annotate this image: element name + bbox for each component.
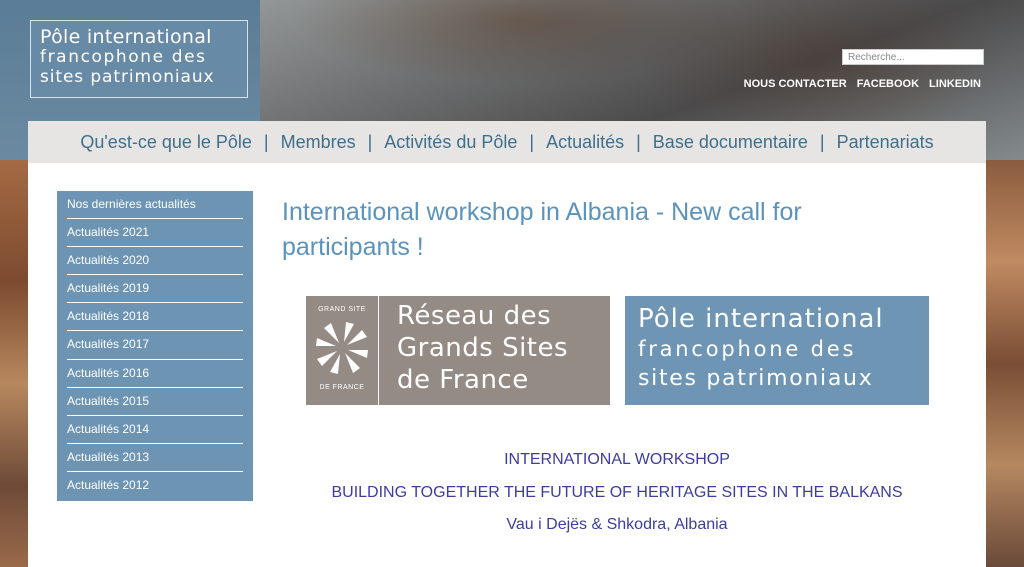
site-logo[interactable]: Pôle international francophone des sites… — [30, 20, 248, 98]
pole-line-1: Pôle international — [638, 304, 884, 334]
nav-item-activites[interactable]: Activités du Pôle — [372, 132, 529, 153]
page-title: International workshop in Albania - New … — [282, 195, 902, 265]
sidebar-item-2014[interactable]: Actualités 2014 — [67, 416, 243, 444]
contact-link[interactable]: NOUS CONTACTER — [744, 78, 847, 90]
sidebar-item-2013[interactable]: Actualités 2013 — [67, 444, 243, 472]
sidebar-item-2015[interactable]: Actualités 2015 — [67, 388, 243, 416]
background-rock-right — [984, 160, 1024, 567]
sidebar-item-latest[interactable]: Nos dernières actualités — [67, 191, 243, 220]
emblem-bottom-text: DE FRANCE — [319, 384, 365, 391]
page-title-line-1: International workshop in Albania - New … — [282, 198, 802, 226]
sidebar-item-2017[interactable]: Actualités 2017 — [67, 331, 243, 360]
gsf-line-1: Réseau des — [397, 301, 552, 331]
grand-site-emblem: GRAND SITE DE FRANCE — [306, 296, 379, 405]
grands-sites-logo: GRAND SITE DE FRANCE Réseau des Grands S… — [306, 296, 610, 405]
sidebar-item-2016[interactable]: Actualités 2016 — [67, 360, 243, 388]
facebook-link[interactable]: FACEBOOK — [857, 78, 919, 90]
nav-item-partenariats[interactable]: Partenariats — [825, 132, 946, 153]
workshop-location: Vau i Dejës & Shkodra, Albania — [506, 516, 728, 533]
logo-line-2: francophone des — [40, 47, 207, 67]
nav-item-membres[interactable]: Membres — [269, 132, 368, 153]
pole-line-2: francophone des — [638, 337, 857, 361]
emblem-top-text: GRAND SITE — [318, 306, 366, 313]
logo-line-3: sites patrimoniaux — [40, 67, 215, 87]
logo-line-1: Pôle international — [40, 26, 212, 48]
sunburst-icon — [316, 322, 368, 374]
background-rock-left — [0, 160, 30, 567]
content-panel: Nos dernières actualités Actualités 2021… — [28, 163, 986, 567]
linkedin-link[interactable]: LINKEDIN — [929, 78, 981, 90]
gsf-line-3: de France — [397, 365, 529, 395]
main-nav: Qu'est-ce que le Pôle | Membres | Activi… — [28, 121, 986, 163]
page-title-line-2: participants ! — [282, 233, 424, 261]
gsf-line-2: Grands Sites — [397, 333, 569, 363]
nav-item-actualites[interactable]: Actualités — [534, 132, 636, 153]
workshop-heading: INTERNATIONAL WORKSHOP — [504, 451, 730, 468]
pole-line-3: sites patrimoniaux — [638, 366, 874, 391]
workshop-subtitle: BUILDING TOGETHER THE FUTURE OF HERITAGE… — [331, 484, 903, 501]
nav-item-pole[interactable]: Qu'est-ce que le Pôle — [68, 132, 264, 153]
search-input[interactable]: Recherche... — [842, 49, 984, 65]
pole-logo: Pôle international francophone des sites… — [625, 296, 929, 405]
nav-item-base-documentaire[interactable]: Base documentaire — [641, 132, 820, 153]
sidebar-menu: Nos dernières actualités Actualités 2021… — [57, 191, 253, 501]
sidebar-item-2019[interactable]: Actualités 2019 — [67, 275, 243, 304]
sidebar-item-2020[interactable]: Actualités 2020 — [67, 247, 243, 276]
top-links: NOUS CONTACTER FACEBOOK LINKEDIN — [744, 78, 981, 90]
sidebar-item-2018[interactable]: Actualités 2018 — [67, 303, 243, 332]
grands-sites-wordmark: Réseau des Grands Sites de France — [397, 300, 568, 396]
sidebar-item-2012[interactable]: Actualités 2012 — [67, 472, 243, 499]
sidebar-item-2021[interactable]: Actualités 2021 — [67, 219, 243, 248]
